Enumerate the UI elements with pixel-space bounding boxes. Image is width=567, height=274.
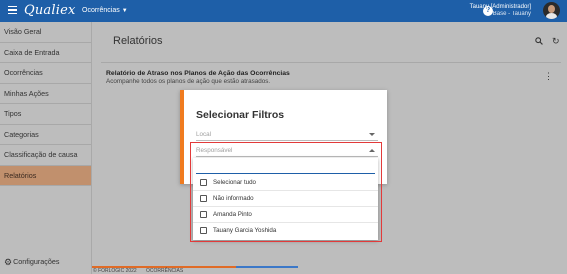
sidebar-item-classificacao-de-causa[interactable]: Classificação de causa [0, 145, 91, 166]
user-base: Base - Tauany [492, 11, 531, 17]
refresh-icon[interactable]: ↻ [552, 37, 561, 46]
top-bar: Qualiex Ocorrências ▼ ? Tauany [Administr… [0, 0, 567, 22]
sidebar-item-visao-geral[interactable]: Visão Geral [0, 22, 91, 43]
config-link[interactable]: ⚙Configurações [4, 257, 59, 268]
report-title[interactable]: Relatório de Atraso nos Planos de Ação d… [106, 70, 290, 77]
sidebar-item-minhas-acoes[interactable]: Minhas Ações [0, 84, 91, 104]
page-title: Relatórios [113, 35, 163, 47]
config-label: Configurações [13, 257, 60, 266]
sidebar-item-tipos[interactable]: Tipos [0, 104, 91, 125]
divider [101, 62, 561, 63]
local-label: Local [196, 131, 212, 138]
more-vert-icon[interactable]: ⋮ [544, 72, 553, 81]
footer: © FORLOGIC 2022 OCORRÊNCIAS [92, 266, 567, 274]
chevron-down-icon: ▼ [121, 8, 128, 14]
search-icon[interactable] [535, 37, 543, 45]
menu-icon[interactable] [8, 6, 17, 14]
sidebar-item-categorias[interactable]: Categorias [0, 125, 91, 145]
gear-icon: ⚙ [4, 257, 13, 267]
dialog-title: Selecionar Filtros [196, 109, 285, 121]
highlight-box [190, 142, 382, 242]
sidebar-item-relatorios[interactable]: Relatórios [0, 165, 91, 186]
footer-stripe-blue [236, 266, 298, 268]
report-subtitle: Acompanhe todos os planos de ação que es… [106, 78, 271, 85]
sidebar-item-caixa-de-entrada[interactable]: Caixa de Entrada [0, 43, 91, 63]
module-selector[interactable]: Ocorrências ▼ [82, 7, 128, 14]
module-label: Ocorrências [82, 7, 120, 14]
app-logo[interactable]: Qualiex [24, 3, 76, 18]
user-info[interactable]: Tauany [Administrador] Base - Tauany [470, 4, 531, 18]
sidebar: Visão Geral Caixa de Entrada Ocorrências… [0, 22, 92, 274]
chevron-down-icon [369, 133, 375, 136]
module-tag: OCORRÊNCIAS [146, 268, 184, 274]
user-name: Tauany [Administrador] [469, 4, 531, 10]
copyright: © FORLOGIC 2022 [93, 268, 137, 274]
local-select[interactable]: Local [196, 130, 378, 141]
avatar[interactable] [543, 2, 560, 19]
sidebar-item-ocorrencias[interactable]: Ocorrências [0, 63, 91, 84]
